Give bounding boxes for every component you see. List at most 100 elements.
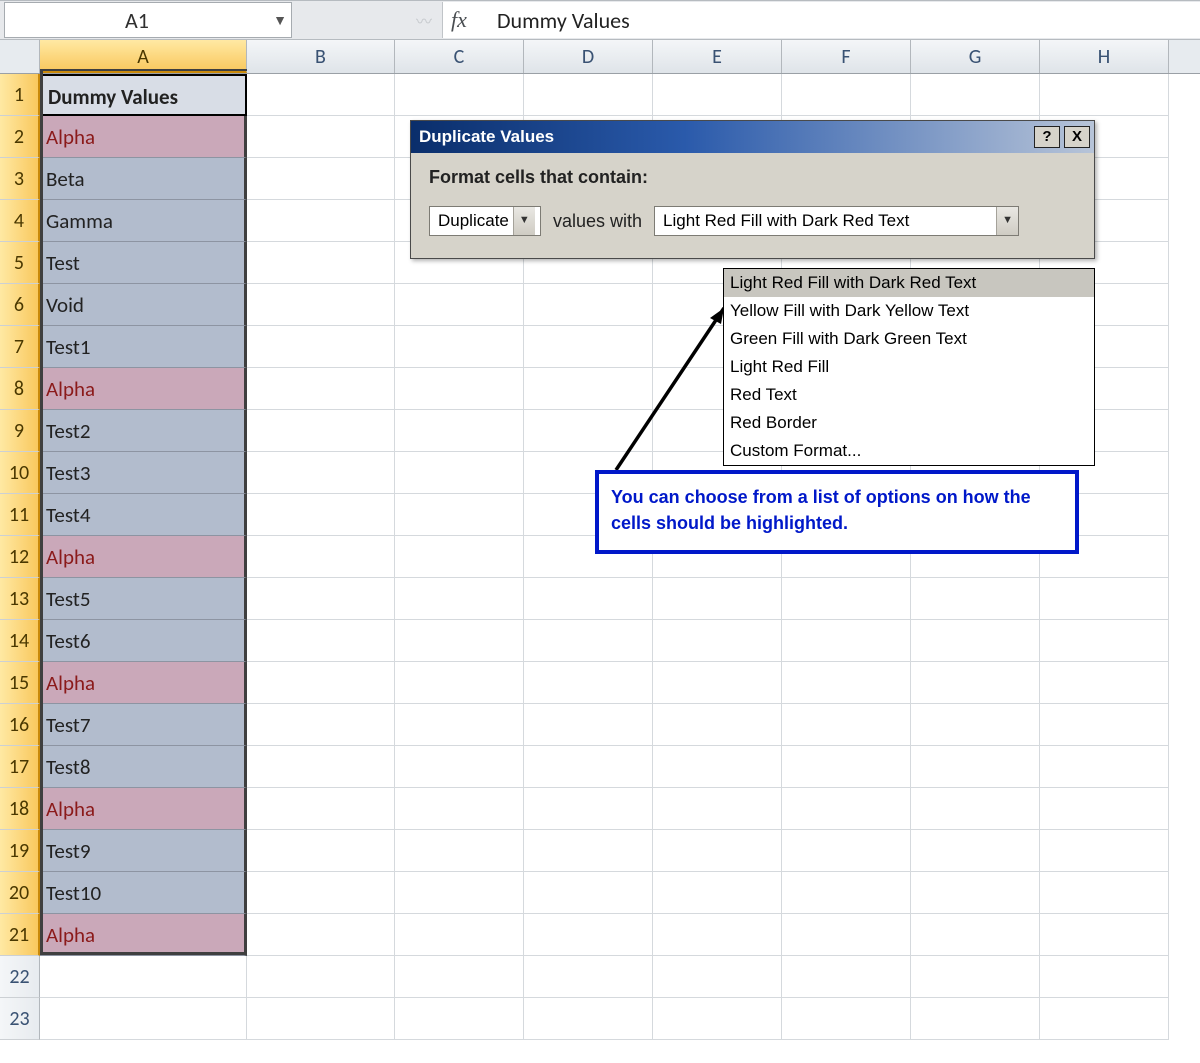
cell[interactable]: Test4 <box>40 494 247 536</box>
cell[interactable]: Beta <box>40 158 247 200</box>
cell[interactable] <box>395 284 524 326</box>
cell[interactable]: Alpha <box>40 662 247 704</box>
col-header-a[interactable]: A <box>40 40 247 73</box>
cell[interactable] <box>524 872 653 914</box>
cell[interactable] <box>911 914 1040 956</box>
col-header-b[interactable]: B <box>247 40 395 73</box>
cell[interactable] <box>247 914 395 956</box>
col-header-h[interactable]: H <box>1040 40 1169 73</box>
cell[interactable] <box>1040 74 1169 116</box>
cell[interactable] <box>247 242 395 284</box>
cell[interactable] <box>1040 872 1169 914</box>
fx-label[interactable]: fx <box>451 7 491 33</box>
cell[interactable] <box>911 830 1040 872</box>
cell[interactable] <box>1040 914 1169 956</box>
cell[interactable] <box>247 116 395 158</box>
cell[interactable]: Test9 <box>40 830 247 872</box>
cell[interactable] <box>247 158 395 200</box>
cell[interactable]: Alpha <box>40 368 247 410</box>
cell[interactable] <box>1040 578 1169 620</box>
cell[interactable] <box>395 368 524 410</box>
cell[interactable] <box>247 662 395 704</box>
format-option[interactable]: Yellow Fill with Dark Yellow Text <box>724 297 1094 325</box>
cell[interactable] <box>911 956 1040 998</box>
cell[interactable] <box>911 872 1040 914</box>
cell[interactable] <box>911 746 1040 788</box>
cell[interactable] <box>395 998 524 1040</box>
cell[interactable]: Test <box>40 242 247 284</box>
cell[interactable] <box>524 368 653 410</box>
cell[interactable] <box>395 620 524 662</box>
cell[interactable]: Test6 <box>40 620 247 662</box>
cell[interactable] <box>395 956 524 998</box>
cell[interactable] <box>524 704 653 746</box>
cell[interactable] <box>524 578 653 620</box>
format-dropdown-list[interactable]: Light Red Fill with Dark Red TextYellow … <box>723 268 1095 466</box>
cell[interactable] <box>782 788 911 830</box>
cell[interactable] <box>247 536 395 578</box>
row-header[interactable]: 4 <box>0 200 40 242</box>
row-header[interactable]: 11 <box>0 494 40 536</box>
cell[interactable] <box>524 746 653 788</box>
cell[interactable] <box>653 914 782 956</box>
chevron-down-icon[interactable]: ▼ <box>513 207 535 235</box>
row-header[interactable]: 12 <box>0 536 40 578</box>
cell[interactable] <box>1040 830 1169 872</box>
row-header[interactable]: 20 <box>0 872 40 914</box>
cell[interactable] <box>395 662 524 704</box>
chevron-down-icon[interactable]: ▼ <box>269 12 291 29</box>
row-header[interactable]: 19 <box>0 830 40 872</box>
cell[interactable] <box>911 788 1040 830</box>
cell[interactable] <box>395 872 524 914</box>
chevron-down-icon[interactable]: ▼ <box>996 207 1018 235</box>
row-header[interactable]: 22 <box>0 956 40 998</box>
cell[interactable]: Test7 <box>40 704 247 746</box>
cell[interactable] <box>524 914 653 956</box>
row-header[interactable]: 23 <box>0 998 40 1040</box>
cell[interactable] <box>247 326 395 368</box>
cell[interactable] <box>247 872 395 914</box>
cell[interactable] <box>247 704 395 746</box>
cell[interactable] <box>911 74 1040 116</box>
cell[interactable] <box>911 662 1040 704</box>
cell[interactable] <box>247 368 395 410</box>
row-header[interactable]: 16 <box>0 704 40 746</box>
cell[interactable] <box>653 746 782 788</box>
cell[interactable]: Test2 <box>40 410 247 452</box>
format-select[interactable]: Light Red Fill with Dark Red Text ▼ <box>654 206 1019 236</box>
format-option[interactable]: Red Text <box>724 381 1094 409</box>
row-header[interactable]: 2 <box>0 116 40 158</box>
cell[interactable] <box>395 830 524 872</box>
cell[interactable] <box>524 830 653 872</box>
row-header[interactable]: 5 <box>0 242 40 284</box>
cell[interactable] <box>247 452 395 494</box>
cell[interactable] <box>40 998 247 1040</box>
cell[interactable] <box>524 284 653 326</box>
format-option[interactable]: Light Red Fill <box>724 353 1094 381</box>
cell[interactable]: Alpha <box>40 536 247 578</box>
cell[interactable] <box>782 914 911 956</box>
cell[interactable] <box>1040 746 1169 788</box>
cell[interactable] <box>247 956 395 998</box>
cell[interactable]: Test8 <box>40 746 247 788</box>
cell[interactable]: Alpha <box>40 116 247 158</box>
cell[interactable] <box>524 662 653 704</box>
cell[interactable] <box>911 620 1040 662</box>
cell[interactable] <box>524 998 653 1040</box>
cell[interactable]: Alpha <box>40 788 247 830</box>
format-option[interactable]: Light Red Fill with Dark Red Text <box>724 269 1094 297</box>
cell[interactable] <box>247 998 395 1040</box>
cell[interactable] <box>911 704 1040 746</box>
dialog-titlebar[interactable]: Duplicate Values ? X <box>411 121 1094 153</box>
row-header[interactable]: 13 <box>0 578 40 620</box>
close-button[interactable]: X <box>1064 126 1090 148</box>
cell[interactable] <box>247 620 395 662</box>
cell[interactable] <box>653 788 782 830</box>
cell[interactable] <box>1040 704 1169 746</box>
cell[interactable] <box>782 74 911 116</box>
cell[interactable] <box>653 830 782 872</box>
row-header[interactable]: 8 <box>0 368 40 410</box>
cell[interactable]: Test1 <box>40 326 247 368</box>
col-header-c[interactable]: C <box>395 40 524 73</box>
format-option[interactable]: Green Fill with Dark Green Text <box>724 325 1094 353</box>
